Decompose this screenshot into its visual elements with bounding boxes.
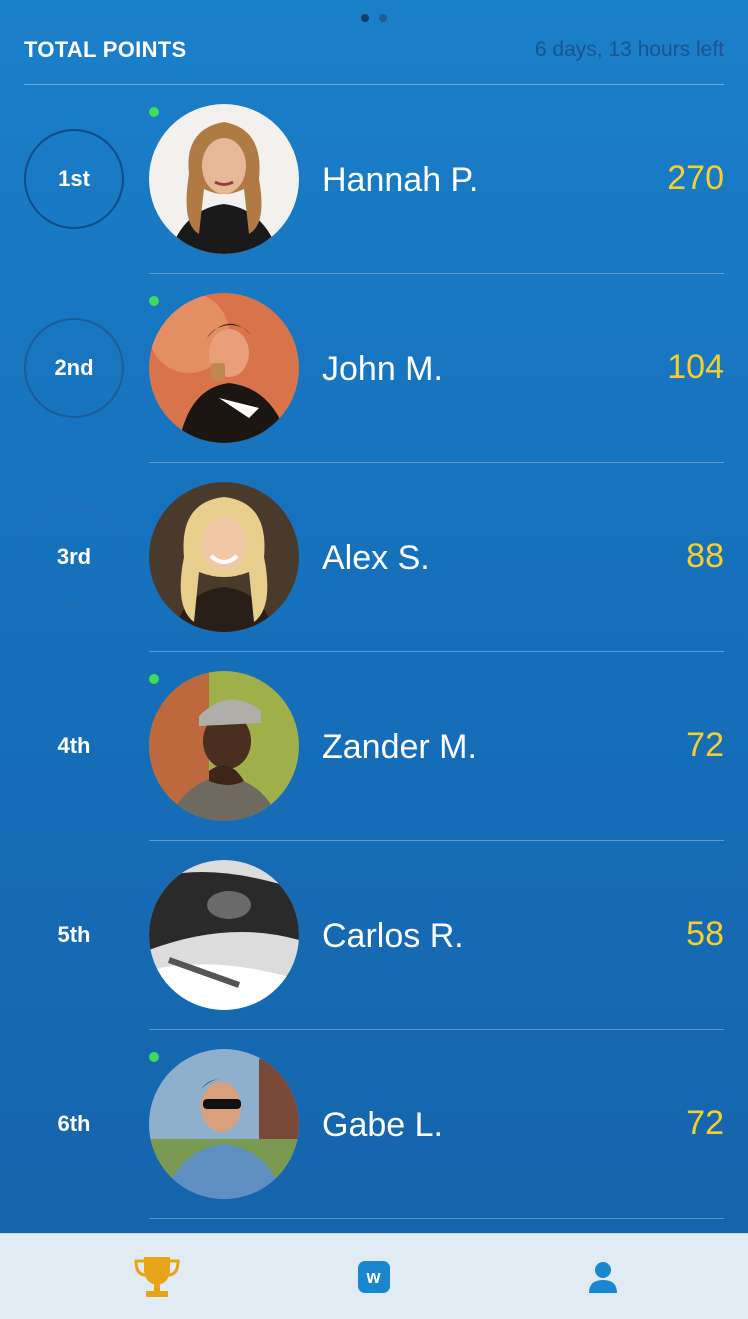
online-indicator (149, 296, 159, 306)
player-name[interactable]: John M. (322, 350, 443, 389)
page-dot-2[interactable] (379, 14, 387, 22)
page-dot-1[interactable] (361, 14, 369, 22)
player-points: 104 (667, 348, 724, 386)
rank-badge: 3rd (24, 507, 124, 607)
rank-badge: 6th (57, 1111, 91, 1136)
rank-badge: 4th (57, 733, 91, 758)
leaderboard-row[interactable]: 1st Hannah P. 270 (0, 85, 748, 274)
player-name[interactable]: Gabe L. (322, 1106, 443, 1145)
tab-profile[interactable] (478, 1234, 727, 1319)
player-points: 58 (686, 915, 724, 953)
player-points: 88 (686, 537, 724, 575)
player-name[interactable]: Alex S. (322, 539, 430, 578)
player-points: 72 (686, 1104, 724, 1142)
rank-badge: 5th (57, 922, 91, 947)
time-remaining: 6 days, 13 hours left (534, 38, 724, 61)
leaderboard-row[interactable]: 5th Carlos R. 58 (0, 841, 748, 1030)
page-title: TOTAL POINTS (24, 37, 187, 62)
leaderboard-row[interactable]: 4th Zander M. 72 (0, 652, 748, 841)
player-name[interactable]: Zander M. (322, 728, 477, 767)
page-indicator[interactable] (0, 14, 748, 22)
player-name[interactable]: Carlos R. (322, 917, 464, 956)
tab-leaderboard[interactable] (32, 1234, 281, 1319)
row-divider (149, 1218, 724, 1219)
leaderboard-row[interactable]: 6th Gabe L. 72 (0, 1030, 748, 1219)
leaderboard: 1st Hannah P. 270 2nd John M. 104 3rd Al… (0, 85, 748, 1219)
avatar[interactable] (149, 104, 299, 254)
avatar[interactable] (149, 1049, 299, 1199)
w-logo-icon: w (357, 1261, 390, 1293)
avatar[interactable] (149, 860, 299, 1010)
player-points: 270 (667, 159, 724, 197)
avatar[interactable] (149, 293, 299, 443)
leaderboard-row[interactable]: 3rd Alex S. 88 (0, 463, 748, 652)
player-points: 72 (686, 726, 724, 764)
online-indicator (149, 107, 159, 117)
online-indicator (149, 1052, 159, 1062)
tab-home[interactable]: w (249, 1234, 498, 1319)
tab-bar: w (0, 1233, 748, 1319)
trophy-icon (132, 1253, 182, 1301)
rank-badge: 2nd (24, 318, 124, 418)
user-icon (588, 1260, 618, 1294)
header: TOTAL POINTS 6 days, 13 hours left (24, 36, 724, 64)
online-indicator (149, 674, 159, 684)
avatar[interactable] (149, 671, 299, 821)
player-name[interactable]: Hannah P. (322, 161, 478, 200)
avatar[interactable] (149, 482, 299, 632)
leaderboard-row[interactable]: 2nd John M. 104 (0, 274, 748, 463)
rank-badge: 1st (24, 129, 124, 229)
